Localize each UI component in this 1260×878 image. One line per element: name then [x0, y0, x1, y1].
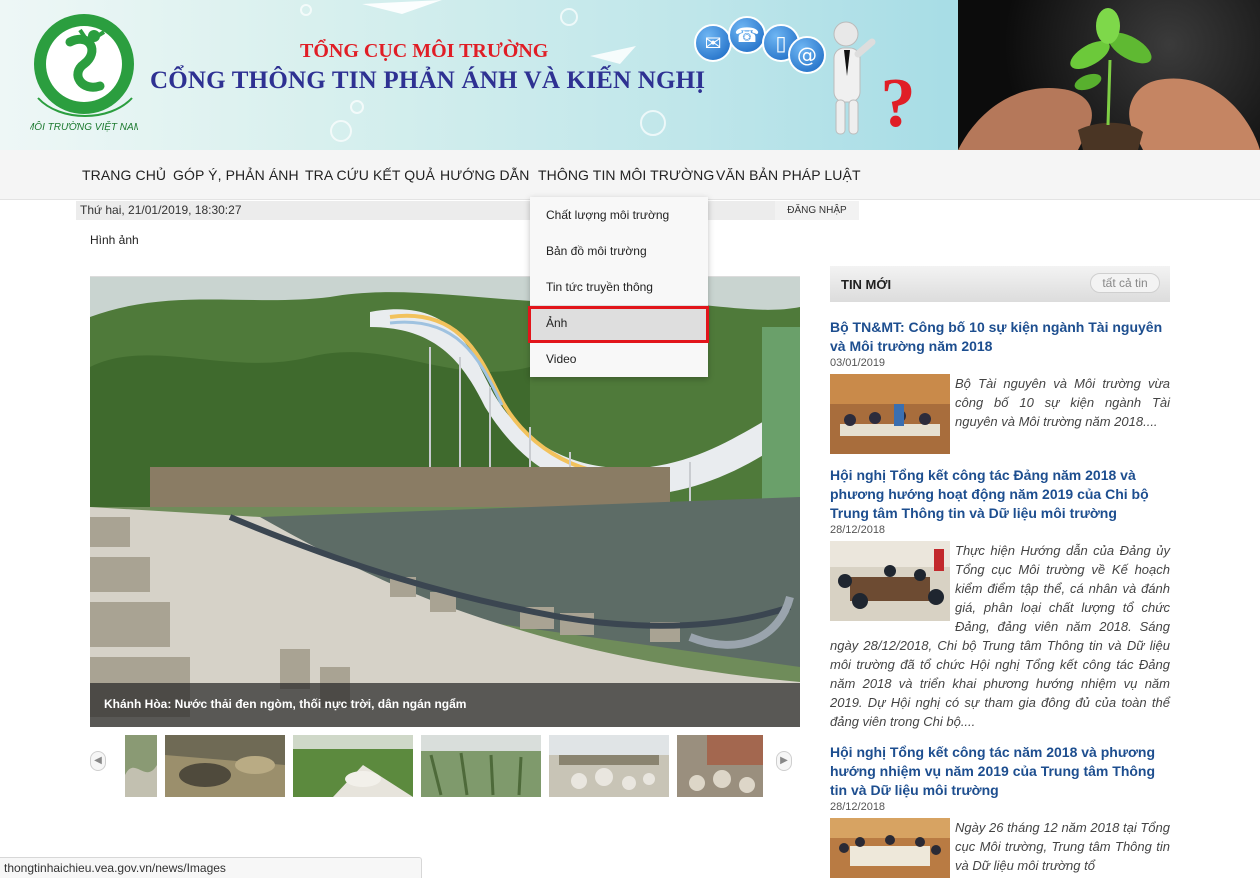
- bubble-decoration: [560, 8, 578, 26]
- news-item-title[interactable]: Hội nghị Tổng kết công tác năm 2018 và p…: [830, 743, 1170, 800]
- at-sign-icon: @: [788, 36, 826, 74]
- main-navigation: TRANG CHỦ GÓP Ý, PHẢN ÁNH TRA CỨU KẾT QU…: [0, 150, 1260, 200]
- news-item-summary: Thực hiện Hướng dẫn của Đảng ủy Tổng cục…: [830, 543, 1170, 729]
- latest-news-title: TIN MỚI: [841, 277, 892, 292]
- phone-icon: ☎: [728, 16, 766, 54]
- thinking-person-question-icon: ?: [833, 21, 916, 136]
- dropdown-item-video[interactable]: Video: [530, 341, 708, 377]
- environment-logo-icon[interactable]: MÔI TRƯỜNG VIỆT NAM: [30, 12, 138, 134]
- date-login-bar: Thứ hai, 21/01/2019, 18:30:27 ĐĂNG NHẬP: [76, 201, 859, 220]
- dropdown-item-environment-map[interactable]: Bản đồ môi trường: [530, 233, 708, 269]
- current-date: Thứ hai, 21/01/2019, 18:30:27: [80, 203, 242, 217]
- nav-item-lookup-results[interactable]: TRA CỨU KẾT QUẢ: [305, 167, 435, 183]
- thumbnail-item[interactable]: [293, 735, 413, 797]
- nav-item-feedback[interactable]: GÓP Ý, PHẢN ÁNH: [173, 167, 299, 183]
- thumbnail-item[interactable]: [165, 735, 285, 797]
- hands-seedling-photo: [958, 0, 1260, 150]
- dropdown-item-environment-quality[interactable]: Chất lượng môi trường: [530, 197, 708, 233]
- bubble-decoration: [300, 4, 312, 16]
- browser-status-url: thongtinhaichieu.vea.gov.vn/news/Images: [0, 857, 422, 878]
- prev-arrow-icon[interactable]: ◀: [90, 751, 106, 771]
- news-item-summary: Ngày 26 tháng 12 năm 2018 tại Tổng cục M…: [955, 820, 1170, 873]
- svg-text:?: ?: [881, 65, 916, 136]
- nav-item-environment-info[interactable]: THÔNG TIN MÔI TRƯỜNG: [538, 167, 714, 183]
- nav-item-legal-documents[interactable]: VĂN BẢN PHÁP LUẬT: [716, 167, 861, 183]
- thumbnail-item[interactable]: [125, 735, 157, 797]
- news-item-title[interactable]: Bộ TN&MT: Công bố 10 sự kiện ngành Tài n…: [830, 318, 1170, 356]
- svg-text:MÔI TRƯỜNG VIỆT NAM: MÔI TRƯỜNG VIỆT NAM: [30, 120, 138, 133]
- news-item-title[interactable]: Hội nghị Tổng kết công tác Đảng năm 2018…: [830, 466, 1170, 523]
- thumbnail-item[interactable]: [677, 735, 763, 797]
- news-item-date: 03/01/2019: [830, 357, 886, 369]
- news-item-date: 28/12/2018: [830, 524, 886, 536]
- dropdown-item-media-news[interactable]: Tin tức truyền thông: [530, 269, 708, 305]
- slide-caption-bar: Khánh Hòa: Nước thải đen ngòm, thối nực …: [90, 683, 800, 727]
- all-news-button[interactable]: tất cả tin: [1090, 273, 1160, 293]
- breadcrumb: Hình ảnh: [90, 233, 139, 247]
- bubble-decoration: [330, 120, 352, 142]
- bubble-decoration: [640, 110, 666, 136]
- thumbnail-strip: ◀ ▶: [90, 735, 800, 797]
- email-icon: ✉: [694, 24, 732, 62]
- paper-plane-icon: [362, 0, 442, 14]
- news-item-date: 28/12/2018: [830, 801, 886, 813]
- slide-caption: Khánh Hòa: Nước thải đen ngòm, thối nực …: [104, 697, 467, 711]
- next-arrow-icon[interactable]: ▶: [776, 751, 792, 771]
- environment-info-dropdown: Chất lượng môi trường Bản đồ môi trường …: [530, 197, 708, 377]
- portal-title: CỔNG THÔNG TIN PHẢN ÁNH VÀ KIẾN NGHỊ: [150, 67, 706, 94]
- nav-item-home[interactable]: TRANG CHỦ: [82, 167, 166, 183]
- login-button[interactable]: ĐĂNG NHẬP: [775, 201, 859, 220]
- photos-item-highlight: [528, 306, 709, 343]
- bubble-decoration: [350, 100, 364, 114]
- thumbnail-item[interactable]: [549, 735, 669, 797]
- thumbnail-item[interactable]: [421, 735, 541, 797]
- news-item-summary: Bộ Tài nguyên và Môi trường vừa công bố …: [955, 376, 1170, 429]
- nav-item-guide[interactable]: HƯỚNG DẪN: [440, 167, 529, 183]
- paper-plane-icon: [590, 46, 636, 64]
- header-banner: MÔI TRƯỜNG VIỆT NAM TỔNG CỤC MÔI TRƯỜNG …: [0, 0, 1260, 150]
- latest-news-header: TIN MỚI tất cả tin: [830, 266, 1170, 302]
